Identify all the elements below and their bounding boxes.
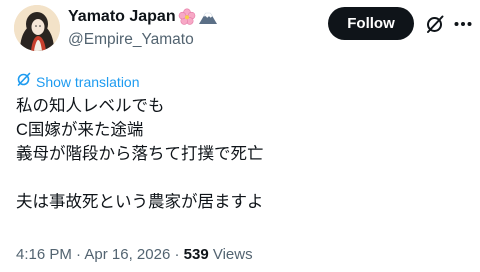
tweet-date[interactable]: Apr 16, 2026 bbox=[84, 246, 170, 263]
tweet-meta: 4:16 PM · Apr 16, 2026 · 539 Views bbox=[16, 246, 253, 263]
tweet-text-line: 夫は事故死という農家が居ますよ bbox=[16, 193, 264, 211]
cherry-blossom-emoji-icon bbox=[178, 8, 196, 26]
show-translation-label: Show translation bbox=[36, 73, 140, 90]
avatar-portrait-image bbox=[14, 5, 60, 51]
tweet-text-line: 義母が階段から落ちて打撲で死亡 bbox=[16, 145, 264, 163]
grok-icon[interactable] bbox=[424, 13, 446, 35]
mount-fuji-emoji-icon bbox=[198, 8, 218, 26]
follow-button[interactable]: Follow bbox=[328, 7, 414, 40]
handle[interactable]: @Empire_Yamato bbox=[68, 30, 218, 50]
tweet-text-blank-line bbox=[16, 166, 264, 190]
author-info: Yamato Japan @Empire_Yamato bbox=[68, 7, 218, 50]
meta-separator: · bbox=[76, 246, 82, 263]
tweet-text-line: 私の知人レベルでも bbox=[16, 97, 165, 115]
avatar[interactable] bbox=[14, 5, 60, 51]
show-translation-link[interactable]: Show translation bbox=[16, 71, 140, 92]
tweet-text-line: C国嫁が来た途端 bbox=[16, 121, 144, 139]
tweet-time[interactable]: 4:16 PM bbox=[16, 246, 72, 263]
views-label: Views bbox=[212, 246, 253, 263]
translate-icon bbox=[16, 71, 32, 92]
tweet-text: 私の知人レベルでも C国嫁が来た途端 義母が階段から落ちて打撲で死亡 夫は事故死… bbox=[16, 94, 264, 214]
more-icon[interactable] bbox=[452, 13, 474, 35]
views-count: 539 bbox=[183, 246, 209, 263]
meta-separator: · bbox=[174, 246, 180, 263]
display-name-text: Yamato Japan bbox=[68, 8, 176, 25]
display-name[interactable]: Yamato Japan bbox=[68, 7, 218, 27]
